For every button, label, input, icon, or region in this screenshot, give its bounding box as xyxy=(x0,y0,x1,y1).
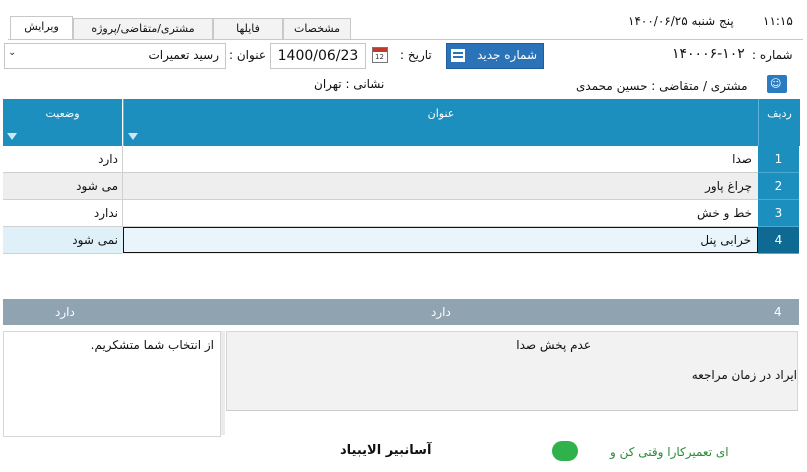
title-select-value: رسید تعمیرات xyxy=(148,48,219,62)
tab-files[interactable]: فایلها xyxy=(213,18,283,39)
status-cell[interactable]: ندارد xyxy=(3,200,123,227)
grid-summary-row: دارد دارد 4 xyxy=(3,299,799,325)
bottom-strip: ای تعمیرکارا وقتی کن و آسانبیر الایبیاد xyxy=(0,437,807,472)
column-row-header[interactable]: ردیف xyxy=(758,99,800,146)
chevron-down-icon: ⌄ xyxy=(8,47,17,58)
number-label: شماره : xyxy=(752,48,793,62)
address-label: نشانی : تهران xyxy=(314,77,385,91)
tab-divider xyxy=(8,39,803,40)
summary-title: دارد xyxy=(431,305,451,319)
tab-specs[interactable]: مشخصات xyxy=(283,18,351,39)
table-row[interactable]: می شود چراغ پاور 2 xyxy=(3,173,799,200)
pane-splitter[interactable] xyxy=(221,331,225,435)
note-right-pane[interactable]: عدم پخش صدا ایراد در زمان مراجعه xyxy=(226,331,798,411)
column-status-header[interactable]: وضعیت xyxy=(3,99,122,146)
bottom-text-2: آسانبیر الایبیاد xyxy=(340,443,432,458)
row-number: 1 xyxy=(758,146,799,173)
summary-status: دارد xyxy=(55,305,75,319)
title-label: عنوان : xyxy=(229,48,266,62)
column-title-header[interactable]: عنوان xyxy=(123,99,758,146)
status-cell[interactable]: می شود xyxy=(3,173,123,200)
new-number-icon xyxy=(451,49,465,62)
filter-icon[interactable] xyxy=(128,133,138,140)
row-number: 2 xyxy=(758,173,799,200)
title-cell[interactable]: چراغ پاور xyxy=(123,173,758,200)
table-row[interactable]: دارد صدا 1 xyxy=(3,146,799,173)
row-number: 4 xyxy=(758,227,799,254)
summary-row-number: 4 xyxy=(774,305,782,319)
date-label: تاریخ : xyxy=(400,48,432,62)
filter-icon[interactable] xyxy=(7,133,17,140)
new-number-button[interactable]: شماره جدید xyxy=(446,43,544,69)
status-cell[interactable]: دارد xyxy=(3,146,123,173)
status-cell[interactable]: نمی شود xyxy=(3,227,122,254)
customer-label: مشتری / متقاضی : حسین محمدی xyxy=(576,79,748,93)
number-value: ۱۴۰۰۰۶-۱۰۲ xyxy=(672,46,745,62)
title-cell-editing[interactable]: خرابی پنل xyxy=(123,227,758,253)
table-row-selected[interactable]: نمی شود خرابی پنل 4 xyxy=(3,227,799,254)
note-right-footer xyxy=(226,410,798,436)
title-cell[interactable]: خط و خش xyxy=(123,200,758,227)
new-number-label: شماره جدید xyxy=(477,48,537,62)
whatsapp-icon[interactable] xyxy=(552,441,578,461)
clock: ۱۱:۱۵ xyxy=(763,14,793,28)
row-number: 3 xyxy=(758,200,799,227)
note-right-line2: ایراد در زمان مراجعه xyxy=(691,368,797,382)
tab-edit[interactable]: ویرایش xyxy=(10,16,73,39)
calendar-icon[interactable]: 12 xyxy=(372,47,388,63)
title-cell[interactable]: صدا xyxy=(123,146,758,173)
date-field[interactable]: 1400/06/23 xyxy=(270,43,366,69)
items-grid: وضعیت عنوان ردیف دارد صدا 1 می شود چراغ … xyxy=(3,99,800,329)
note-left-text: از انتخاب شما متشکریم. xyxy=(90,338,214,352)
current-date: پنج شنبه ۱۴۰۰/۰۶/۲۵ xyxy=(628,14,734,28)
customer-icon[interactable]: ☺ xyxy=(767,75,787,93)
tab-bar: ویرایش مشتری/متقاضی/پروژه فایلها مشخصات xyxy=(10,16,351,40)
bottom-text: ای تعمیرکارا وقتی کن و xyxy=(610,445,729,459)
note-left-pane[interactable]: از انتخاب شما متشکریم. xyxy=(3,331,221,437)
note-right-line1: عدم پخش صدا xyxy=(516,338,591,352)
tab-customer-project[interactable]: مشتری/متقاضی/پروژه xyxy=(73,18,213,39)
table-row[interactable]: ندارد خط و خش 3 xyxy=(3,200,799,227)
title-select[interactable]: ⌄ رسید تعمیرات xyxy=(4,43,226,69)
